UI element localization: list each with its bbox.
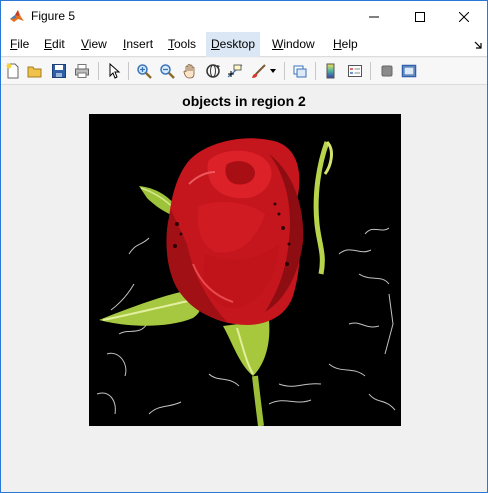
window-title: Figure 5 xyxy=(31,9,76,23)
menu-edit[interactable]: Edit xyxy=(39,32,70,57)
toolbar-separator xyxy=(128,62,129,80)
minimize-button[interactable] xyxy=(351,1,397,32)
axes-title: objects in region 2 xyxy=(182,93,306,109)
figure-window: Figure 5 File Edit View Insert Tools Des… xyxy=(0,0,488,493)
hide-plot-tools-icon[interactable] xyxy=(377,61,397,81)
toolbar-separator xyxy=(98,62,99,80)
zoom-in-icon[interactable] xyxy=(134,61,154,81)
brush-dropdown-icon[interactable] xyxy=(267,61,279,81)
show-plot-tools-icon[interactable] xyxy=(399,61,419,81)
save-icon[interactable] xyxy=(49,61,69,81)
maximize-button[interactable] xyxy=(397,1,443,32)
toolbar-separator xyxy=(315,62,316,80)
toolbar-separator xyxy=(284,62,285,80)
new-figure-icon[interactable] xyxy=(3,61,23,81)
menu-window[interactable]: Window xyxy=(267,32,320,57)
open-file-icon[interactable] xyxy=(25,61,45,81)
close-button[interactable] xyxy=(441,1,487,32)
figure-canvas[interactable]: objects in region 2 xyxy=(1,86,487,492)
colorbar-icon[interactable] xyxy=(321,61,341,81)
pointer-icon[interactable] xyxy=(104,61,124,81)
legend-icon[interactable] xyxy=(345,61,365,81)
brush-icon[interactable] xyxy=(249,61,269,81)
close-icon xyxy=(459,11,469,22)
figure-toolbar xyxy=(1,58,487,85)
print-icon[interactable] xyxy=(72,61,92,81)
matlab-logo-icon xyxy=(9,8,25,24)
link-plot-icon[interactable] xyxy=(290,61,310,81)
rotate-3d-icon[interactable] xyxy=(203,61,223,81)
menu-help[interactable]: Help xyxy=(328,32,363,57)
rose-image xyxy=(89,114,401,426)
menu-view[interactable]: View xyxy=(76,32,112,57)
menu-bar: File Edit View Insert Tools Desktop Wind… xyxy=(1,32,487,57)
zoom-out-icon[interactable] xyxy=(157,61,177,81)
menu-file[interactable]: File xyxy=(5,32,34,57)
title-bar[interactable]: Figure 5 xyxy=(1,1,487,32)
toolbar-separator xyxy=(370,62,371,80)
data-cursor-icon[interactable] xyxy=(225,61,245,81)
dock-arrow-icon[interactable] xyxy=(473,39,483,49)
minimize-icon xyxy=(369,16,379,17)
menu-insert[interactable]: Insert xyxy=(118,32,158,57)
menu-tools[interactable]: Tools xyxy=(163,32,201,57)
menu-desktop[interactable]: Desktop xyxy=(206,32,261,57)
pan-icon[interactable] xyxy=(180,61,200,81)
maximize-icon xyxy=(415,11,425,22)
